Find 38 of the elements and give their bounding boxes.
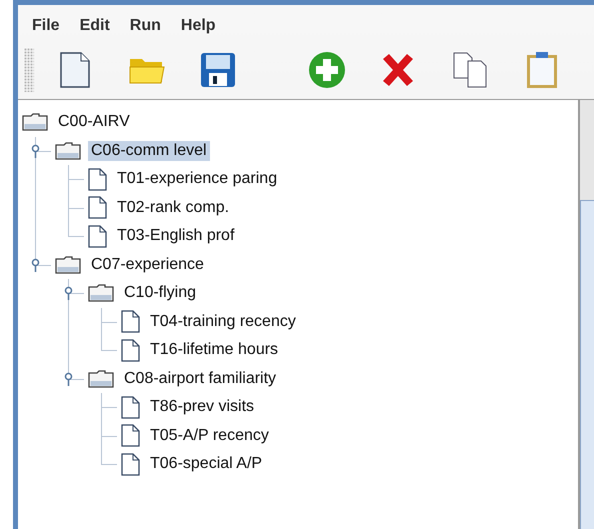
file-icon xyxy=(121,452,140,476)
file-icon xyxy=(88,224,107,248)
expanded-handle-icon[interactable] xyxy=(64,372,73,386)
tree-node[interactable]: T06-special A/P xyxy=(147,454,266,474)
menu-item[interactable]: Edit xyxy=(76,15,114,37)
tree-node[interactable]: T04-training recency xyxy=(147,312,299,332)
file-icon xyxy=(121,338,140,362)
folder-icon xyxy=(22,113,48,132)
tree-node[interactable]: C00-AIRV xyxy=(55,112,133,132)
toolbar-grip[interactable] xyxy=(24,48,34,92)
tree-node[interactable]: C06-comm level xyxy=(88,140,210,161)
tree-node[interactable]: T03-English prof xyxy=(114,226,238,246)
tree-node[interactable]: C10-flying xyxy=(121,283,200,304)
tree-node[interactable]: T16-lifetime hours xyxy=(147,340,282,360)
folder-icon xyxy=(55,142,81,160)
tree-node[interactable]: C08-airport familiarity xyxy=(121,368,280,389)
tree-node[interactable]: T01-experience paring xyxy=(114,169,280,190)
expanded-handle-icon[interactable] xyxy=(31,258,40,272)
file-icon xyxy=(121,310,140,334)
file-icon xyxy=(121,396,140,419)
tree-node[interactable]: T86-prev visits xyxy=(147,397,258,418)
file-icon xyxy=(88,196,107,220)
file-icon xyxy=(88,168,107,191)
add-button[interactable] xyxy=(308,50,346,90)
copy-button[interactable] xyxy=(450,50,490,90)
file-icon xyxy=(121,424,140,448)
menu-item[interactable]: Help xyxy=(176,15,220,37)
expanded-handle-icon[interactable] xyxy=(31,144,40,158)
tree-node[interactable]: T05-A/P recency xyxy=(147,426,272,446)
expanded-handle-icon[interactable] xyxy=(64,286,73,301)
tree-node[interactable]: T02-rank comp. xyxy=(114,198,232,218)
menu-item[interactable]: File xyxy=(28,15,64,37)
folder-icon xyxy=(88,284,114,302)
save-button[interactable] xyxy=(198,50,238,90)
menu-item[interactable]: Run xyxy=(126,15,165,37)
folder-icon xyxy=(55,256,81,274)
tree-node[interactable]: C07-experience xyxy=(88,254,207,275)
folder-icon xyxy=(88,370,114,388)
